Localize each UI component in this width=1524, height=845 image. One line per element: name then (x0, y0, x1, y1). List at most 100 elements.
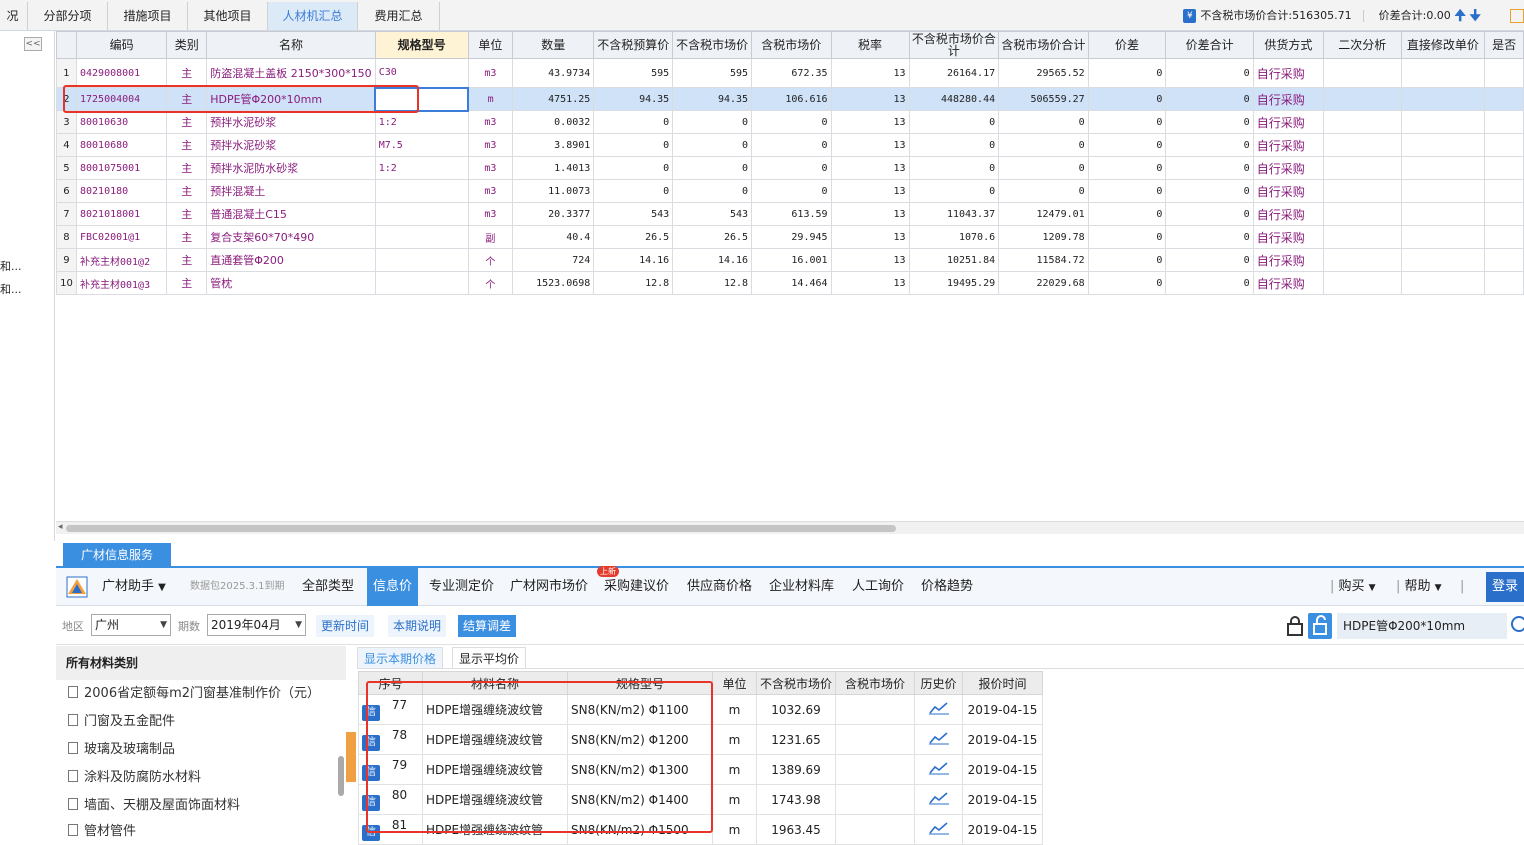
cell-material-name[interactable]: HDPE增强缠绕波纹管 (422, 754, 568, 785)
cell-quantity[interactable]: 3.8901 (512, 133, 595, 157)
row-number[interactable]: 2 (56, 87, 77, 111)
table-row[interactable]: 9 补充主材001@2 主直通套管Φ200 个 724 14.16 14.16 16.001 1… (56, 248, 1524, 272)
assistant-dropdown[interactable]: 广材助手 ▼ (102, 568, 166, 606)
cell-tax-rate[interactable]: 13 (830, 156, 910, 180)
cell-tax-rate[interactable]: 13 (830, 179, 910, 203)
cell-market-price-tax[interactable] (835, 754, 915, 785)
cell-price-diff[interactable]: 0 (1087, 110, 1167, 134)
cell-direct-edit-price[interactable] (1400, 202, 1486, 226)
cell-market-total[interactable]: 26164.17 (908, 58, 1000, 88)
cell-supply-method[interactable]: 自行采购 (1252, 58, 1324, 88)
cell-direct-edit-price[interactable] (1400, 225, 1486, 249)
cell-whether[interactable] (1484, 248, 1524, 272)
update-time-button[interactable]: 更新时间 (316, 615, 375, 637)
cell-direct-edit-price[interactable] (1400, 271, 1486, 295)
cell-market-price[interactable]: 1389.69 (756, 754, 836, 785)
cell-spec[interactable]: M7.5 (374, 133, 469, 157)
cell-market-price-tax[interactable]: 29.945 (751, 225, 832, 249)
header-category[interactable]: 类别 (166, 31, 208, 59)
cell-market-total[interactable]: 1070.6 (908, 225, 1000, 249)
cell-market-tax-total[interactable]: 22029.68 (998, 271, 1089, 295)
tab-gcw-market-price[interactable]: 广材网市场价 (510, 568, 588, 606)
tab-price-trend[interactable]: 价格趋势 (921, 568, 973, 606)
cell-diff-total[interactable]: 0 (1165, 179, 1254, 203)
cell-direct-edit-price[interactable] (1400, 58, 1486, 88)
tab-measures[interactable]: 措施项目 (108, 2, 188, 30)
cell-secondary-analysis[interactable] (1322, 156, 1402, 180)
cell-spec[interactable] (374, 86, 470, 112)
cell-category[interactable]: 主 (166, 110, 208, 134)
cell-tax-rate[interactable]: 13 (830, 248, 910, 272)
cell-market-price[interactable]: 12.8 (672, 271, 753, 295)
cell-secondary-analysis[interactable] (1322, 179, 1402, 203)
cell-secondary-analysis[interactable] (1322, 58, 1402, 88)
cell-unit[interactable]: m (712, 724, 757, 755)
cell-history-price[interactable] (914, 694, 963, 725)
cell-unit[interactable]: 副 (467, 225, 514, 249)
cell-market-price[interactable]: 94.35 (672, 87, 753, 111)
category-item[interactable]: 管材管件 (68, 822, 136, 842)
cell-quote-time[interactable]: 2019-04-15 (962, 754, 1043, 785)
price-row[interactable]: 信 80 HDPE增强缠绕波纹管 SN8(KN/m2) Φ1400 m 1743.98 20… (358, 784, 1043, 815)
cell-spec[interactable] (374, 179, 469, 203)
cell-spec[interactable] (374, 225, 469, 249)
login-button[interactable]: 登录 (1486, 572, 1524, 602)
category-item[interactable]: 涂料及防腐防水材料 (68, 768, 201, 788)
cell-market-tax-total[interactable]: 506559.27 (998, 87, 1089, 111)
tab-cost-summary[interactable]: 费用汇总 (358, 2, 440, 30)
cell-diff-total[interactable]: 0 (1165, 110, 1254, 134)
cell-direct-edit-price[interactable] (1400, 133, 1486, 157)
cell-direct-edit-price[interactable] (1400, 179, 1486, 203)
cell-direct-edit-price[interactable] (1400, 248, 1486, 272)
cell-price-diff[interactable]: 0 (1087, 58, 1167, 88)
cell-name[interactable]: 预拌水泥砂浆 (206, 110, 376, 134)
cell-direct-edit-price[interactable] (1400, 156, 1486, 180)
row-number[interactable]: 7 (56, 202, 77, 226)
cell-category[interactable]: 主 (166, 225, 208, 249)
cell-name[interactable]: 预拌水泥防水砂浆 (206, 156, 376, 180)
cell-secondary-analysis[interactable] (1322, 133, 1402, 157)
period-description-button[interactable]: 本期说明 (388, 615, 447, 637)
cell-quantity[interactable]: 724 (512, 248, 595, 272)
cell-spec-model[interactable]: SN8(KN/m2) Φ1400 (567, 784, 713, 815)
row-number[interactable]: 4 (56, 133, 77, 157)
cell-spec-model[interactable]: SN8(KN/m2) Φ1200 (567, 724, 713, 755)
price-row[interactable]: 信 78 HDPE增强缠绕波纹管 SN8(KN/m2) Φ1200 m 1231.65 20… (358, 724, 1043, 755)
cell-market-price-tax[interactable]: 613.59 (751, 202, 832, 226)
table-row[interactable]: 3 80010630 主预拌水泥砂浆 1:2 m3 0.0032 0 0 0 13 0 0 0 0 自行采购 (56, 110, 1524, 134)
cell-market-tax-total[interactable]: 29565.52 (998, 58, 1089, 88)
cell-budget-price[interactable]: 543 (593, 202, 674, 226)
header-spec-model[interactable]: 规格型号 (567, 671, 713, 695)
cell-market-price-tax[interactable]: 672.35 (751, 58, 832, 88)
cell-unit[interactable]: 个 (467, 248, 514, 272)
cell-spec[interactable] (374, 248, 469, 272)
trend-chart-icon[interactable] (928, 701, 949, 715)
cell-price-diff[interactable]: 0 (1087, 156, 1167, 180)
cell-name[interactable]: 复合支架60*70*490 (206, 225, 376, 249)
cell-tax-rate[interactable]: 13 (830, 58, 910, 88)
cell-market-total[interactable]: 10251.84 (908, 248, 1000, 272)
cell-spec[interactable] (374, 202, 469, 226)
cell-budget-price[interactable]: 26.5 (593, 225, 674, 249)
cell-code[interactable]: 补充主材001@2 (75, 248, 168, 272)
help-menu[interactable]: | 帮助 ▼ (1396, 568, 1442, 606)
tab-labor-material-summary[interactable]: 人材机汇总 (268, 2, 358, 30)
row-number[interactable]: 6 (56, 179, 77, 203)
cell-seq[interactable]: 信 78 (358, 724, 423, 755)
cell-market-price[interactable]: 0 (672, 133, 753, 157)
cell-category[interactable]: 主 (166, 202, 208, 226)
cell-diff-total[interactable]: 0 (1165, 58, 1254, 88)
tab-professional-price[interactable]: 专业测定价 (429, 568, 494, 606)
cell-unit[interactable]: m (712, 784, 757, 815)
header-budget-price[interactable]: 不含税预算价 (593, 31, 674, 59)
tab-other-items[interactable]: 其他项目 (188, 2, 268, 30)
cell-budget-price[interactable]: 0 (593, 179, 674, 203)
cell-price-diff[interactable]: 0 (1087, 248, 1167, 272)
header-unit[interactable]: 单位 (712, 671, 757, 695)
settings-icon[interactable] (1510, 9, 1524, 23)
cell-name[interactable]: 直通套管Φ200 (206, 248, 376, 272)
cell-price-diff[interactable]: 0 (1087, 225, 1167, 249)
cell-whether[interactable] (1484, 156, 1524, 180)
cell-market-total[interactable]: 0 (908, 110, 1000, 134)
tab-labor-inquiry[interactable]: 人工询价 (852, 568, 904, 606)
